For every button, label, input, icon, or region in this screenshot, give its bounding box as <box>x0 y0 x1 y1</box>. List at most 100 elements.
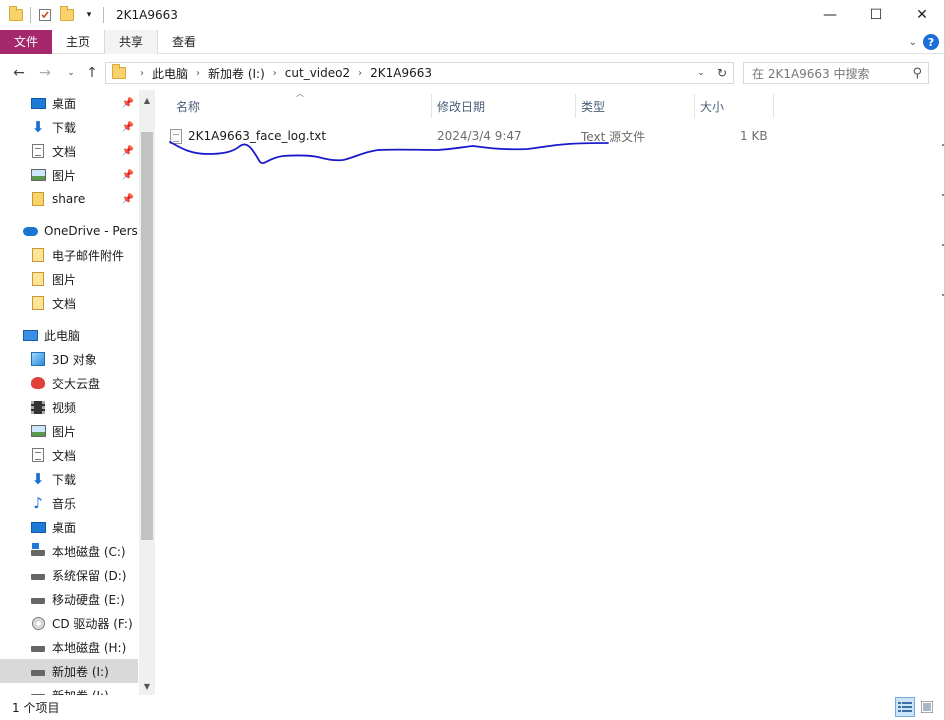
properties-icon[interactable] <box>37 7 53 23</box>
breadcrumb-current-folder[interactable]: 2K1A9663 <box>370 66 432 80</box>
nav-item-cloud-drive[interactable]: 交大云盘 <box>0 371 138 395</box>
nav-item-drive-d[interactable]: 系统保留 (D:) <box>0 563 138 587</box>
3d-objects-icon <box>30 351 46 367</box>
nav-item-label: 新加卷 (J:) <box>52 687 109 696</box>
scroll-up-icon[interactable]: ▲ <box>139 92 155 108</box>
address-dropdown-icon[interactable]: ⌄ <box>693 65 709 81</box>
up-arrow-icon[interactable]: ↑ <box>83 64 101 82</box>
window-controls: — ☐ ✕ <box>807 0 945 30</box>
tab-file[interactable]: 文件 <box>0 29 53 54</box>
breadcrumb-this-pc[interactable]: 此电脑 <box>152 65 188 82</box>
customize-toolbar-icon[interactable]: ▾ <box>81 7 97 23</box>
pin-icon[interactable]: 📌 <box>122 122 134 133</box>
nav-item-3d-objects[interactable]: 3D 对象 <box>0 347 138 371</box>
column-divider[interactable] <box>575 94 576 118</box>
file-list: ︿ 名称 修改日期 类型 大小 2K1A9663_face_log.txt 20… <box>156 89 945 695</box>
nav-item-this-pc[interactable]: 此电脑 <box>0 323 138 347</box>
column-divider[interactable] <box>773 94 774 118</box>
nav-item-drive-f[interactable]: CD 驱动器 (F:) <box>0 611 138 635</box>
nav-item-email-attachments[interactable]: 电子邮件附件 <box>0 243 138 267</box>
column-divider[interactable] <box>694 94 695 118</box>
navigation-bar: ← → ⌄ ↑ › 此电脑 › 新加卷 (I:) › cut_video2 › … <box>0 58 945 88</box>
nav-item-drive-e[interactable]: 移动硬盘 (E:) <box>0 587 138 611</box>
desktop-icon <box>30 95 46 111</box>
breadcrumb: › 此电脑 › 新加卷 (I:) › cut_video2 › 2K1A9663 <box>132 65 432 82</box>
nav-item-onedrive-pictures[interactable]: 图片 <box>0 267 138 291</box>
close-button[interactable]: ✕ <box>899 0 945 30</box>
scroll-down-icon[interactable]: ▼ <box>139 678 155 694</box>
system-drive-icon <box>30 543 46 559</box>
pin-icon[interactable]: 📌 <box>122 146 134 157</box>
breadcrumb-drive-i[interactable]: 新加卷 (I:) <box>208 65 265 82</box>
help-icon[interactable]: ? <box>923 34 939 50</box>
pen-annotation-stroke <box>169 141 609 164</box>
address-bar[interactable]: › 此电脑 › 新加卷 (I:) › cut_video2 › 2K1A9663… <box>105 62 734 84</box>
nav-item-videos[interactable]: 视频 <box>0 395 138 419</box>
video-icon <box>30 399 46 415</box>
search-icon[interactable]: ⚲ <box>912 66 922 81</box>
nav-item-pictures[interactable]: 图片 📌 <box>0 163 138 187</box>
column-header-name[interactable]: 名称 <box>176 94 200 118</box>
download-icon: ⬇ <box>31 469 45 488</box>
details-view-icon[interactable] <box>895 697 915 717</box>
new-folder-icon[interactable] <box>59 6 75 23</box>
nav-item-share[interactable]: share 📌 <box>0 187 138 211</box>
chevron-right-icon[interactable]: › <box>196 68 200 79</box>
nav-item-drive-j[interactable]: 新加卷 (J:) <box>0 683 138 695</box>
tab-home[interactable]: 主页 <box>52 30 104 54</box>
nav-item-label: 交大云盘 <box>52 376 101 391</box>
forward-arrow-icon[interactable]: → <box>36 64 54 82</box>
nav-item-drive-h[interactable]: 本地磁盘 (H:) <box>0 635 138 659</box>
nav-item-label: 音乐 <box>52 496 77 511</box>
window-title: 2K1A9663 <box>116 8 178 22</box>
pin-icon[interactable]: 📌 <box>122 194 134 205</box>
tab-view[interactable]: 查看 <box>158 30 210 54</box>
nav-item-onedrive[interactable]: OneDrive - Perso <box>0 219 138 243</box>
pin-icon[interactable]: 📌 <box>122 98 134 109</box>
nav-item-documents[interactable]: 文档 📌 <box>0 139 138 163</box>
column-header-type[interactable]: 类型 <box>581 94 605 118</box>
chevron-right-icon[interactable]: › <box>358 68 362 79</box>
column-header-size[interactable]: 大小 <box>700 94 724 118</box>
nav-item-drive-i[interactable]: 新加卷 (I:) <box>0 659 138 683</box>
nav-item-pc-pictures[interactable]: 图片 <box>0 419 138 443</box>
nav-item-pc-documents[interactable]: 文档 <box>0 443 138 467</box>
nav-item-label: CD 驱动器 (F:) <box>52 616 133 631</box>
nav-item-onedrive-documents[interactable]: 文档 <box>0 291 138 315</box>
folder-icon <box>30 247 46 263</box>
tab-share[interactable]: 共享 <box>104 29 159 54</box>
breadcrumb-cut-video2[interactable]: cut_video2 <box>285 66 350 80</box>
folder-icon <box>8 6 24 23</box>
pin-icon[interactable]: 📌 <box>122 170 134 181</box>
nav-item-desktop[interactable]: 桌面 📌 <box>0 91 138 115</box>
nav-item-drive-c[interactable]: 本地磁盘 (C:) <box>0 539 138 563</box>
expand-ribbon-icon[interactable]: ⌄ <box>909 37 917 48</box>
refresh-icon[interactable]: ↻ <box>714 65 730 81</box>
document-icon <box>30 447 46 463</box>
desktop-icon <box>30 519 46 535</box>
chevron-right-icon[interactable]: › <box>273 68 277 79</box>
minimize-button[interactable]: — <box>807 0 853 30</box>
file-explorer-window: ▾ 2K1A9663 — ☐ ✕ 文件 主页 共享 查看 ⌄ ? ← → ⌄ ↑… <box>0 0 945 720</box>
nav-item-pc-downloads[interactable]: ⬇ 下载 <box>0 467 138 491</box>
nav-item-label: 桌面 <box>52 96 77 111</box>
toolbar-separator <box>103 7 104 23</box>
nav-item-pc-desktop[interactable]: 桌面 <box>0 515 138 539</box>
scrollbar-thumb[interactable] <box>141 132 153 540</box>
column-divider[interactable] <box>431 94 432 118</box>
column-header-modified[interactable]: 修改日期 <box>437 94 485 118</box>
nav-pane-scrollbar[interactable]: ▲ ▼ <box>139 90 155 695</box>
chevron-right-icon[interactable]: › <box>140 68 144 79</box>
nav-item-label: 电子邮件附件 <box>52 248 125 263</box>
large-icons-view-icon[interactable] <box>917 697 937 717</box>
nav-item-music[interactable]: ♪ 音乐 <box>0 491 138 515</box>
maximize-button[interactable]: ☐ <box>853 0 899 30</box>
search-input[interactable]: 在 2K1A9663 中搜索 ⚲ <box>743 62 929 84</box>
nav-item-label: 新加卷 (I:) <box>52 664 109 679</box>
nav-item-label: 文档 <box>52 448 77 463</box>
back-arrow-icon[interactable]: ← <box>10 64 28 82</box>
onedrive-cloud-icon <box>22 223 38 239</box>
nav-item-downloads[interactable]: ⬇ 下载 📌 <box>0 115 138 139</box>
folder-icon <box>30 271 46 287</box>
recent-locations-icon[interactable]: ⌄ <box>62 64 80 82</box>
